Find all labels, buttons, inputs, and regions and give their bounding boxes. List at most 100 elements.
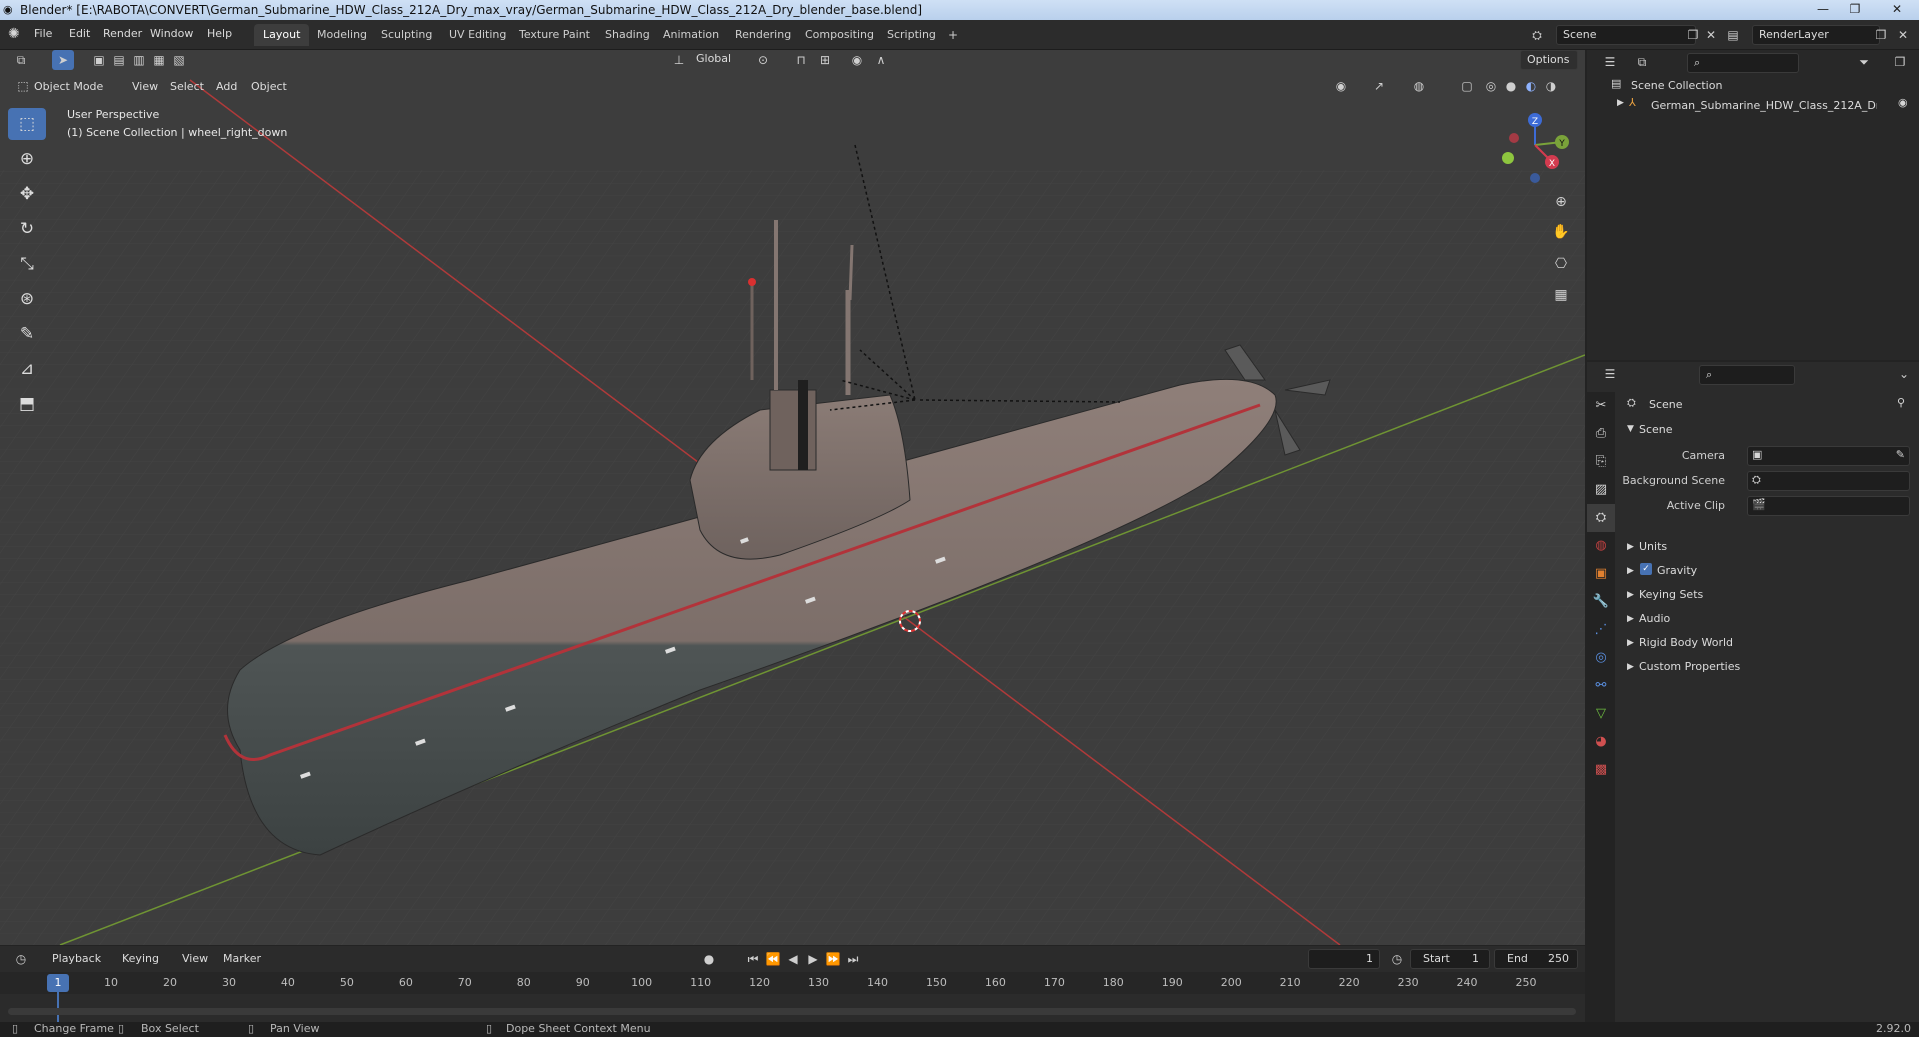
scene-tab-icon[interactable]: ⛭ <box>1587 504 1615 532</box>
expand-arrow-icon[interactable]: ▶ <box>1617 98 1624 108</box>
properties-editor-icon[interactable]: ☰ <box>1599 364 1621 384</box>
panel-keying-sets[interactable]: Keying Sets <box>1639 588 1703 601</box>
background-scene-field[interactable]: ⛭ <box>1747 471 1910 491</box>
output-tab-icon[interactable]: ⎘ <box>1587 448 1615 476</box>
timeline-menu-view[interactable]: View <box>182 952 208 965</box>
rotate-tool-icon[interactable]: ↻ <box>8 213 46 245</box>
panel-units[interactable]: Units <box>1639 540 1667 553</box>
move-tool-icon[interactable]: ✥ <box>8 178 46 210</box>
solid-shading-icon[interactable]: ● <box>1500 76 1522 96</box>
add-workspace-icon[interactable]: + <box>942 25 964 45</box>
material-shading-icon[interactable]: ◐ <box>1520 76 1542 96</box>
remove-layer-icon[interactable]: ✕ <box>1892 25 1914 45</box>
remove-scene-icon[interactable]: ✕ <box>1700 25 1722 45</box>
jump-end-icon[interactable]: ⏭ <box>842 949 864 969</box>
timeline-menu-playback[interactable]: Playback <box>52 952 101 965</box>
viewport-menu-select[interactable]: Select <box>170 80 204 93</box>
menu-window[interactable]: Window <box>150 27 193 40</box>
panel-gravity[interactable]: Gravity <box>1657 564 1697 577</box>
outliner-search-input[interactable]: ⌕ <box>1687 53 1799 73</box>
renderlayer-icon[interactable]: ▤ <box>1722 25 1744 45</box>
panel-audio[interactable]: Audio <box>1639 612 1670 625</box>
section-collapse-icon[interactable]: ▼ <box>1627 424 1634 434</box>
outliner-editor-icon[interactable]: ☰ <box>1599 52 1621 72</box>
camera-view-icon[interactable]: ⎔ <box>1550 254 1572 274</box>
play-reverse-icon[interactable]: ◀ <box>782 949 804 969</box>
xray-icon[interactable]: ▢ <box>1456 76 1478 96</box>
close-icon[interactable]: ✕ <box>1880 0 1914 18</box>
panel-custom-properties[interactable]: Custom Properties <box>1639 660 1740 673</box>
pan-hand-icon[interactable]: ✋ <box>1550 222 1572 242</box>
rendered-shading-icon[interactable]: ◑ <box>1540 76 1562 96</box>
timeline-editor-icon[interactable]: ◷ <box>10 949 32 969</box>
editor-type-icon[interactable]: ⧉ <box>10 50 32 70</box>
snap-target-icon[interactable]: ⊞ <box>814 50 836 70</box>
timeline-scrollbar[interactable] <box>8 1008 1576 1015</box>
tab-compositing[interactable]: Compositing <box>796 24 883 46</box>
render-tab-icon[interactable]: ⎙ <box>1587 420 1615 448</box>
timeline-ruler[interactable]: 1 10 20 30 40 50 60 70 80 90 100 110 120 130 140 150 160… <box>0 972 1585 1022</box>
scene-field[interactable]: Scene <box>1556 25 1696 45</box>
tab-sculpting[interactable]: Sculpting <box>372 24 441 46</box>
snap-icon[interactable]: ⊓ <box>790 50 812 70</box>
wireframe-shading-icon[interactable]: ◎ <box>1480 76 1502 96</box>
viewport-menu-add[interactable]: Add <box>216 80 237 93</box>
physics-tab-icon[interactable]: ◎ <box>1587 644 1615 672</box>
custom-expand-icon[interactable]: ▶ <box>1627 662 1634 672</box>
add-cube-tool-icon[interactable]: ⬒ <box>8 388 46 420</box>
end-frame-field[interactable]: End 250 <box>1494 949 1578 969</box>
tool-tab-icon[interactable]: ✂ <box>1587 392 1615 420</box>
select-intersect-icon[interactable]: ▦ <box>148 50 170 70</box>
view-layer-tab-icon[interactable]: ▨ <box>1587 476 1615 504</box>
tab-scripting[interactable]: Scripting <box>878 24 945 46</box>
select-box-tool-icon[interactable]: ⬚ <box>8 108 46 140</box>
display-mode-icon[interactable]: ⧉ <box>1631 52 1653 72</box>
scene-icon[interactable]: ⛭ <box>1526 25 1548 45</box>
menu-edit[interactable]: Edit <box>69 27 90 40</box>
select-box-mode-icon[interactable]: ▣ <box>88 50 110 70</box>
visibility-icon[interactable]: ◉ <box>1330 76 1352 96</box>
timeline-menu-keying[interactable]: Keying <box>122 952 159 965</box>
panel-rigid-body-world[interactable]: Rigid Body World <box>1639 636 1733 649</box>
play-icon[interactable]: ▶ <box>802 949 824 969</box>
menu-help[interactable]: Help <box>207 27 232 40</box>
units-expand-icon[interactable]: ▶ <box>1627 542 1634 552</box>
timeline-menu-marker[interactable]: Marker <box>223 952 261 965</box>
texture-tab-icon[interactable]: ▩ <box>1587 756 1615 784</box>
visibility-eye-icon[interactable]: ◉ <box>1898 96 1908 109</box>
proportional-edit-icon[interactable]: ◉ <box>846 50 868 70</box>
tab-layout[interactable]: Layout <box>254 24 310 46</box>
active-clip-field[interactable]: 🎬 <box>1747 496 1910 516</box>
properties-search-input[interactable]: ⌕ <box>1699 365 1795 385</box>
pivot-icon[interactable]: ⊙ <box>752 50 774 70</box>
overlay-toggle-icon[interactable]: ◍ <box>1408 76 1430 96</box>
options-button[interactable]: Options <box>1520 50 1578 70</box>
menu-render[interactable]: Render <box>103 27 142 40</box>
select-extend-icon[interactable]: ▤ <box>108 50 130 70</box>
renderlayer-field[interactable]: RenderLayer <box>1752 25 1880 45</box>
outliner-item-submarine[interactable]: German_Submarine_HDW_Class_212A_Dry_ <box>1651 99 1877 112</box>
data-tab-icon[interactable]: ▽ <box>1587 700 1615 728</box>
record-icon[interactable]: ● <box>698 949 720 969</box>
next-keyframe-icon[interactable]: ⏩ <box>822 949 844 969</box>
audio-expand-icon[interactable]: ▶ <box>1627 614 1634 624</box>
scale-tool-icon[interactable]: ⤡ <box>8 248 46 280</box>
3d-viewport[interactable]: Z Y X <box>0 50 1585 945</box>
select-invert-icon[interactable]: ▧ <box>168 50 190 70</box>
new-collection-icon[interactable]: ❐ <box>1889 52 1911 72</box>
particles-tab-icon[interactable]: ⋰ <box>1587 616 1615 644</box>
gravity-checkbox[interactable]: ✓ <box>1640 563 1652 575</box>
object-mode-icon[interactable]: ⬚ <box>12 76 34 96</box>
ortho-grid-icon[interactable]: ▦ <box>1550 285 1572 305</box>
tab-shading[interactable]: Shading <box>596 24 659 46</box>
object-tab-icon[interactable]: ▣ <box>1587 560 1615 588</box>
zoom-icon[interactable]: ⊕ <box>1550 192 1572 212</box>
tab-modeling[interactable]: Modeling <box>308 24 376 46</box>
cursor-tool-icon[interactable]: ⊕ <box>8 143 46 175</box>
transform-orientation-select[interactable]: Global <box>690 50 746 70</box>
jump-start-icon[interactable]: ⏮ <box>742 949 764 969</box>
gravity-expand-icon[interactable]: ▶ <box>1627 566 1634 576</box>
menu-file[interactable]: File <box>34 27 52 40</box>
filter-icon[interactable]: ⏷ <box>1853 52 1875 72</box>
outliner-scene-collection[interactable]: Scene Collection <box>1631 79 1722 92</box>
